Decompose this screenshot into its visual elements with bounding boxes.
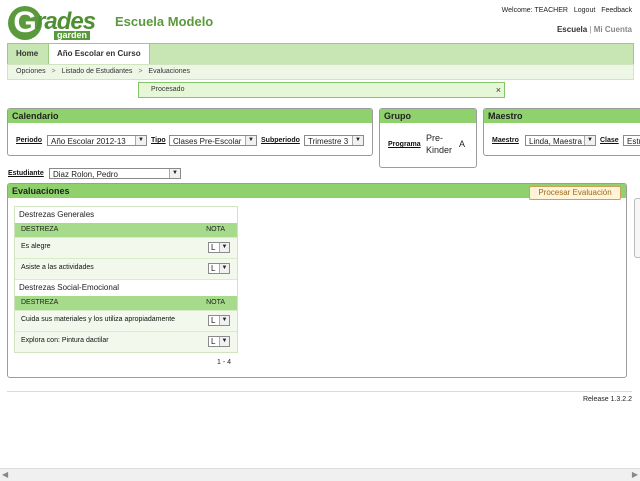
calendario-panel: Calendario Periodo Año Escolar 2012-13 ▼… [7,108,373,156]
estudiante-select[interactable]: Diaz Rolon, Pedro ▼ [49,168,181,179]
message-text: Procesado [151,86,185,93]
maestro-title: Maestro [484,109,640,123]
subperiodo-label: Subperiodo [261,137,300,144]
app-logo[interactable]: G rades garden [8,6,104,40]
logout-link[interactable]: Logout [574,7,595,14]
horizontal-scrollbar[interactable]: ◀ ▶ [0,468,640,481]
programa-label: Programa [388,141,421,148]
programa-value-line1: Pre- [426,133,444,143]
maestro-label: Maestro [492,137,519,144]
clase-label: Clase [600,137,619,144]
estudiante-label: Estudiante [8,170,44,177]
tab-ano-escolar[interactable]: Año Escolar en Curso [48,44,150,64]
table-row: Es alegre L ▼ [15,237,237,258]
logo-subtext: garden [54,31,91,40]
grupo-panel: Grupo Programa Pre- Kinder A [379,108,477,168]
destreza-text: Explora con: Pintura dactilar [21,337,109,344]
table-row: Explora con: Pintura dactilar L ▼ [15,331,237,352]
breadcrumb-evaluaciones: Evaluaciones [148,68,191,75]
destreza-text: Asiste a las actividades [21,264,94,271]
section-title: Destrezas Generales [19,210,95,219]
calendario-title: Calendario [8,109,372,123]
destreza-header: DESTREZA [21,226,59,233]
nota-select[interactable]: L ▼ [208,315,230,326]
chevron-down-icon: ▼ [245,136,256,145]
nota-select[interactable]: L ▼ [208,263,230,274]
breadcrumb-opciones[interactable]: Opciones [16,68,46,75]
table-row: Cuida sus materiales y los utiliza aprop… [15,310,237,331]
breadcrumb: Opciones > Listado de Estudiantes > Eval… [7,64,634,80]
destreza-text: Cuida sus materiales y los utiliza aprop… [21,316,176,323]
clase-select[interactable]: Estu [623,135,640,146]
footer-divider [7,391,632,392]
grupo-value: A [459,139,466,149]
nota-value: L [211,316,216,325]
chevron-down-icon: ▼ [219,316,229,325]
user-bar: Welcome: TEACHER Logout Feedback [498,7,632,14]
pager-text: 1 - 4 [217,359,232,366]
chevron-down-icon: ▼ [219,243,229,252]
maestro-select[interactable]: Linda, Maestra ▼ [525,135,596,146]
evaluation-grid: Destrezas Generales DESTREZA NOTA Es ale… [14,206,238,353]
link-separator: | [589,25,592,34]
chevron-down-icon: ▼ [584,136,595,145]
school-name: Escuela Modelo [115,14,214,29]
periodo-value: Año Escolar 2012-13 [51,137,126,146]
subperiodo-select[interactable]: Trimestre 3 ▼ [304,135,364,146]
chevron-down-icon: ▼ [169,169,180,178]
chevron-down-icon: ▼ [219,337,229,346]
main-nav: Home Año Escolar en Curso [7,43,634,64]
chevron-down-icon: ▼ [352,136,363,145]
maestro-value: Linda, Maestra [529,137,582,146]
table-row: Asiste a las actividades L ▼ [15,258,237,279]
nota-select[interactable]: L ▼ [208,336,230,347]
nota-value: L [211,264,216,273]
procesar-evaluacion-button[interactable]: Procesar Evaluación [529,186,621,200]
breadcrumb-separator: > [51,68,56,75]
breadcrumb-separator: > [138,68,143,75]
side-panel-edge[interactable] [634,198,640,258]
nota-value: L [211,243,216,252]
column-header: DESTREZA NOTA [15,296,237,310]
tipo-select[interactable]: Clases Pre-Escolar ▼ [169,135,257,146]
destreza-header: DESTREZA [21,299,59,306]
grupo-title: Grupo [380,109,476,123]
destreza-text: Es alegre [21,243,51,250]
column-header: DESTREZA NOTA [15,223,237,237]
welcome-text: Welcome: TEACHER [501,7,568,14]
nota-header: NOTA [206,226,225,233]
close-icon[interactable]: × [496,83,501,97]
chevron-down-icon: ▼ [135,136,146,145]
tab-home[interactable]: Home [8,44,46,64]
my-account-link[interactable]: Mi Cuenta [594,25,632,34]
clase-value: Estu [627,137,640,146]
chevron-down-icon: ▼ [219,264,229,273]
estudiante-value: Diaz Rolon, Pedro [53,170,118,179]
programa-value-line2: Kinder [426,145,453,155]
maestro-panel: Maestro Maestro Linda, Maestra ▼ Clase E… [483,108,640,156]
school-link[interactable]: Escuela [557,25,587,34]
breadcrumb-listado[interactable]: Listado de Estudiantes [62,68,133,75]
scroll-right-icon[interactable]: ▶ [632,470,638,479]
scroll-left-icon[interactable]: ◀ [2,470,8,479]
tipo-value: Clases Pre-Escolar [173,137,242,146]
section-title: Destrezas Social-Emocional [15,279,237,296]
nota-header: NOTA [206,299,225,306]
nota-select[interactable]: L ▼ [208,242,230,253]
tipo-label: Tipo [151,137,166,144]
school-links: Escuela | Mi Cuenta [557,25,632,34]
release-version: Release 1.3.2.2 [582,396,632,403]
subperiodo-value: Trimestre 3 [308,137,349,146]
nota-value: L [211,337,216,346]
feedback-link[interactable]: Feedback [601,7,632,14]
periodo-select[interactable]: Año Escolar 2012-13 ▼ [47,135,147,146]
periodo-label: Periodo [16,137,43,144]
success-message: Procesado × [138,82,505,98]
